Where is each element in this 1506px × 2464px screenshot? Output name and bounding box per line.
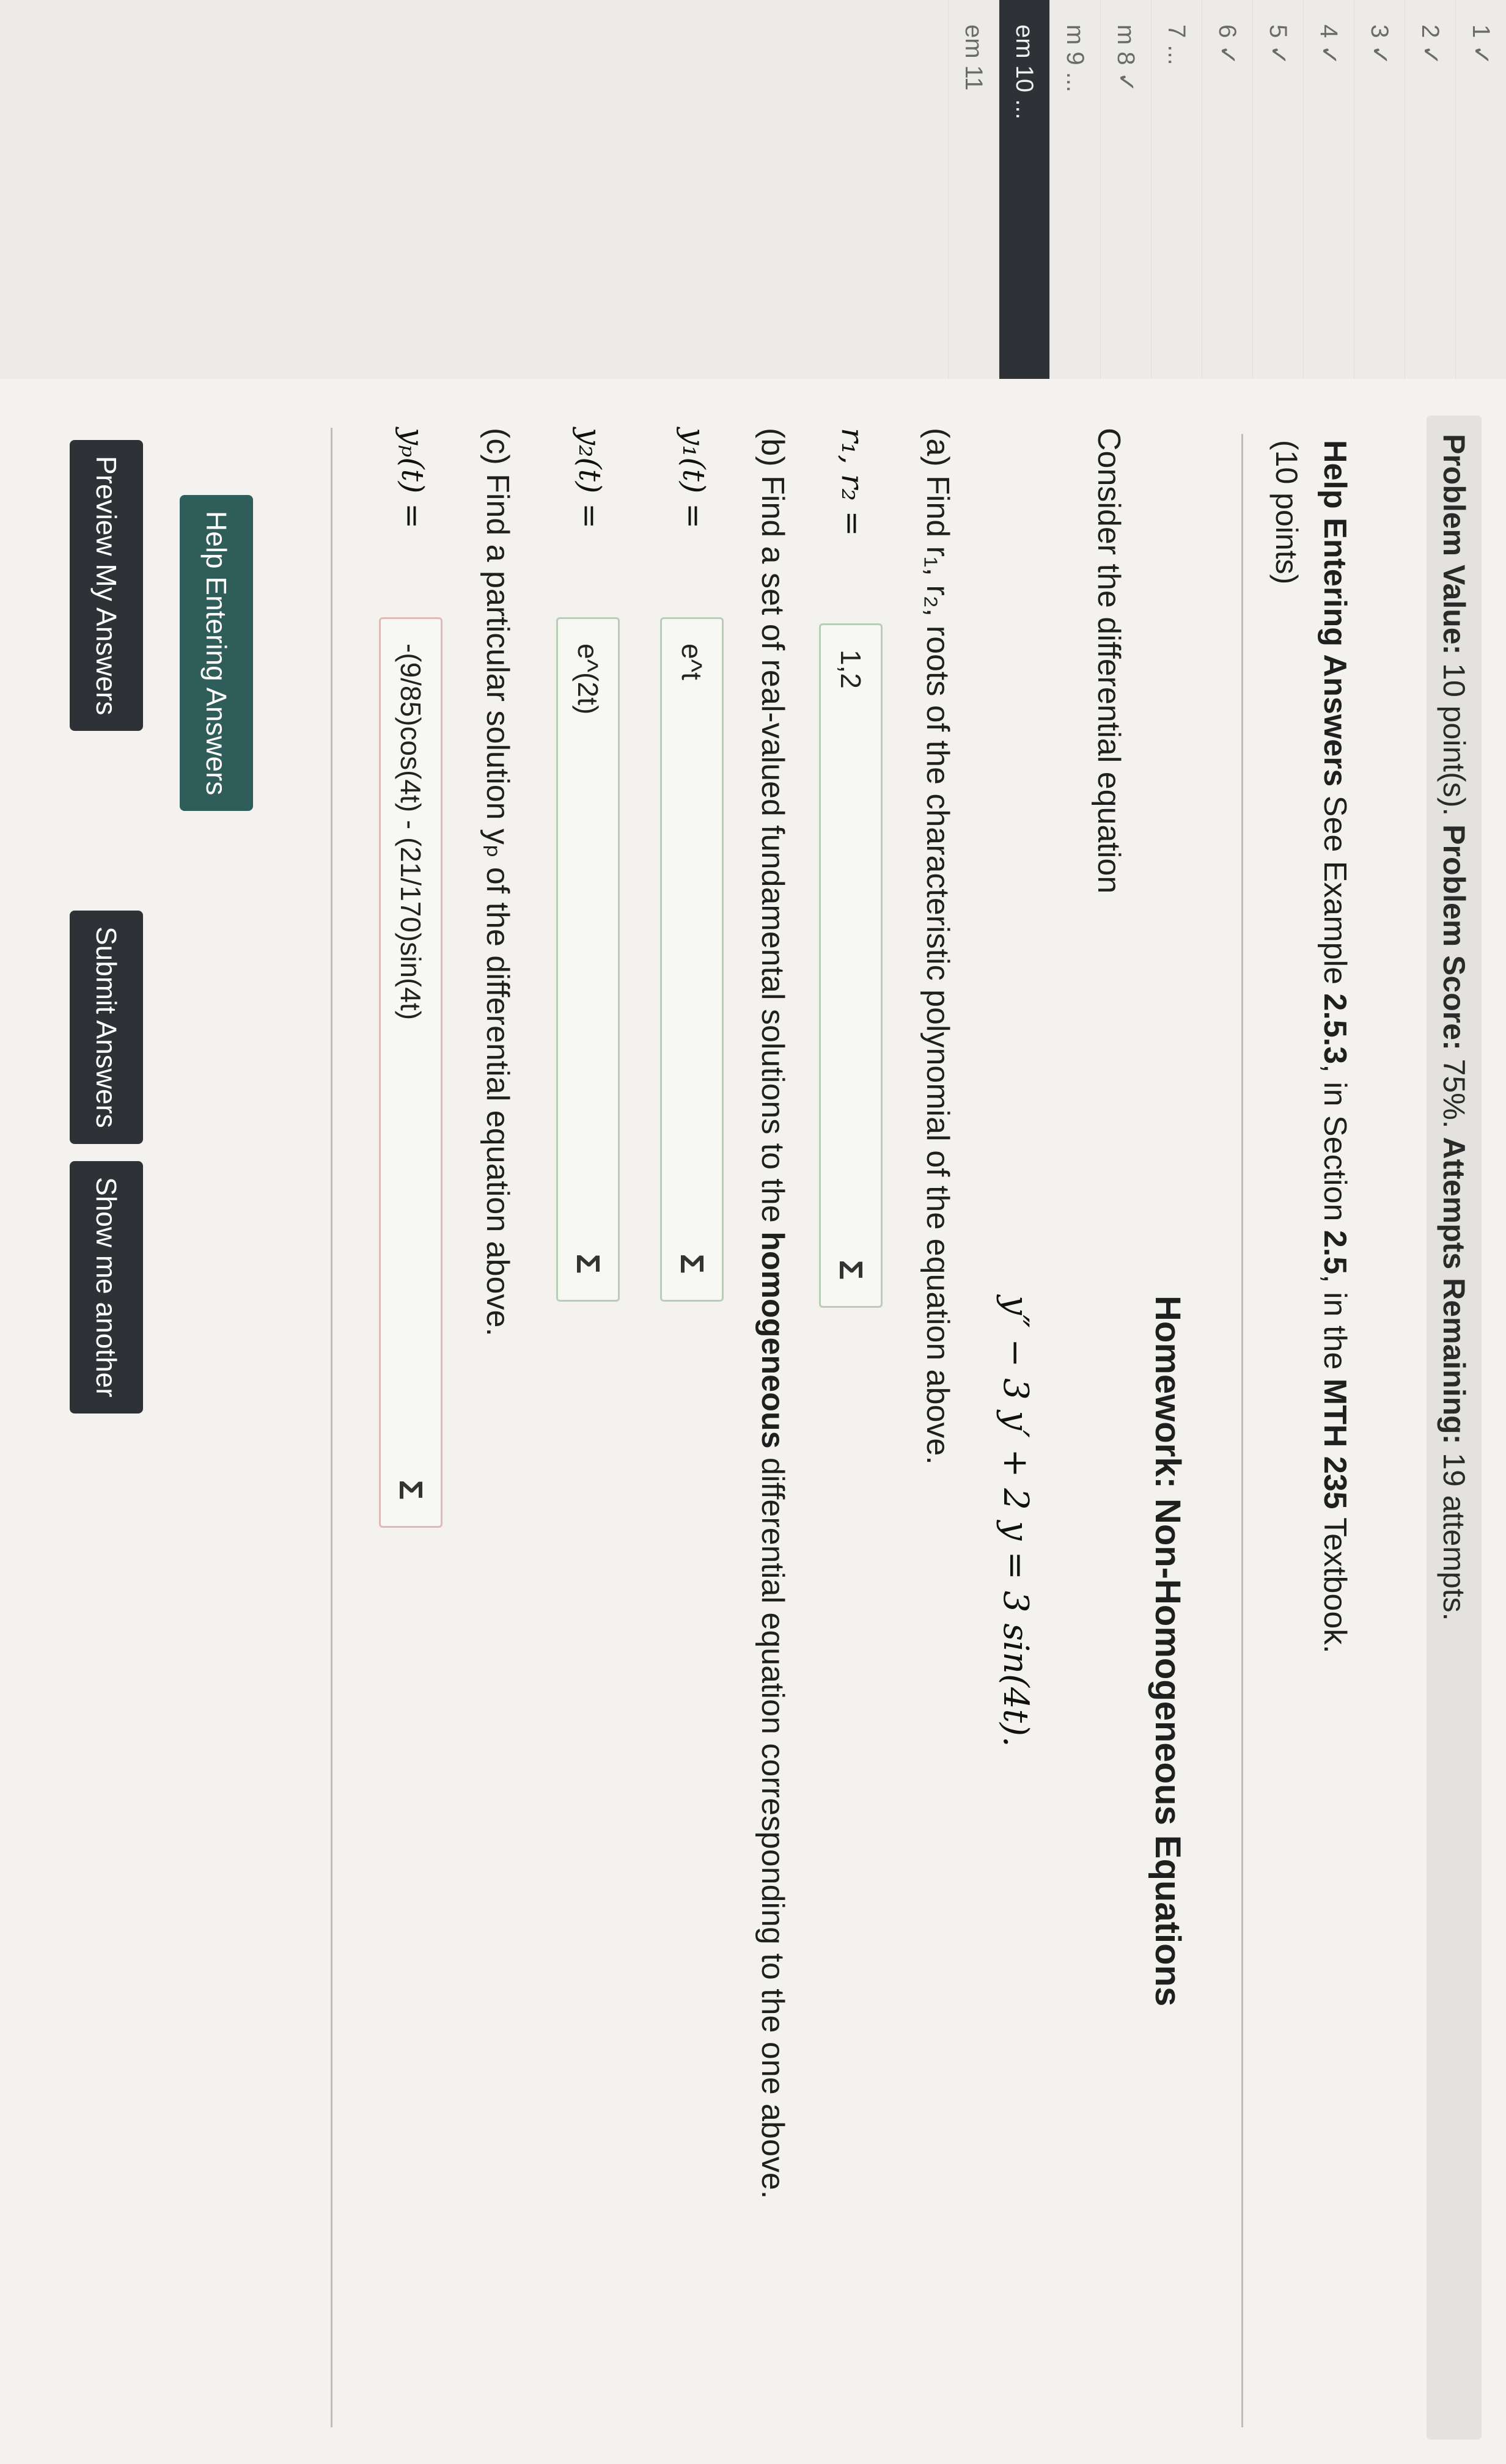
- roots-label: r₁, r₂ =: [835, 428, 870, 537]
- help-text-post: Textbook.: [1317, 1517, 1353, 1654]
- part-b-homogeneous: homogeneous: [755, 1231, 790, 1449]
- yp-answer-field[interactable]: -(9/85)cos(4t) - (21/170)sin(4t) Σ: [379, 617, 443, 1528]
- help-text-pre: See Example: [1317, 795, 1353, 985]
- y2-answer-field[interactable]: e^(2t) Σ: [556, 617, 620, 1302]
- problem-value: 10 point(s).: [1437, 663, 1471, 816]
- problem-status-bar: Problem Value: 10 point(s). Problem Scor…: [1427, 416, 1482, 2440]
- y2-label: y₂(t) =: [572, 428, 608, 529]
- header-divider: [1241, 434, 1243, 2427]
- equation-editor-icon[interactable]: Σ: [386, 1465, 436, 1515]
- sidebar-item-10[interactable]: em 10 ...: [999, 0, 1049, 379]
- problem-value-label: Problem Value:: [1437, 434, 1471, 655]
- y1-answer-value: e^t: [676, 644, 708, 680]
- example-number: 2.5.3: [1317, 993, 1353, 1065]
- sidebar-item-6[interactable]: 6 ✓: [1202, 0, 1252, 379]
- attempts-remaining-label: Attempts Remaining:: [1437, 1137, 1471, 1445]
- points-label: (10 points): [1269, 440, 1304, 585]
- problem-score-label: Problem Score:: [1437, 824, 1471, 1050]
- sidebar-item-8[interactable]: m 8 ✓: [1100, 0, 1151, 379]
- part-b-post: differential equation corresponding to t…: [755, 1458, 790, 2199]
- help-text-mid2: , in the: [1317, 1274, 1353, 1370]
- equation-editor-icon[interactable]: Σ: [667, 1239, 717, 1289]
- problem-score: 75%.: [1437, 1058, 1471, 1129]
- submit-answers-button[interactable]: Submit Answers: [70, 911, 143, 1144]
- roots-answer-value: 1,2: [835, 650, 867, 689]
- y2-answer-value: e^(2t): [572, 644, 604, 715]
- sidebar-item-2[interactable]: 2 ✓: [1405, 0, 1455, 379]
- part-a-text: (a) Find r₁, r₂, roots of the characteri…: [920, 428, 955, 1465]
- screen: 1 ✓ 2 ✓ 3 ✓ 4 ✓ 5 ✓ 6 ✓ 7 ... m 8 ✓ m 9 …: [0, 0, 1506, 2464]
- problem-sidebar: 1 ✓ 2 ✓ 3 ✓ 4 ✓ 5 ✓ 6 ✓ 7 ... m 8 ✓ m 9 …: [0, 0, 1506, 379]
- section-number: 2.5: [1317, 1230, 1353, 1275]
- help-line: Help Entering Answers See Example 2.5.3,…: [1317, 440, 1353, 1654]
- sidebar-item-5[interactable]: 5 ✓: [1252, 0, 1303, 379]
- help-text-mid: , in Section: [1317, 1064, 1353, 1222]
- show-me-another-button[interactable]: Show me another: [70, 1161, 143, 1414]
- part-c-text: (c) Find a particular solution yₚ of the…: [480, 428, 515, 1336]
- equation-editor-icon[interactable]: Σ: [826, 1245, 876, 1295]
- y1-answer-field[interactable]: e^t Σ: [660, 617, 724, 1302]
- equation-editor-icon[interactable]: Σ: [563, 1239, 613, 1289]
- help-entering-answers-button[interactable]: Help Entering Answers: [180, 495, 253, 812]
- differential-equation: y″ − 3 y′ + 2 y = 3 sin(4t).: [996, 1296, 1035, 1747]
- roots-answer-field[interactable]: 1,2 Σ: [819, 623, 883, 1308]
- sidebar-item-11[interactable]: em 11: [948, 0, 999, 379]
- help-entering-answers-link[interactable]: Help Entering Answers: [1317, 440, 1353, 787]
- yp-label: yₚ(t) =: [395, 428, 430, 529]
- y1-label: y₁(t) =: [676, 428, 711, 529]
- preview-answers-button[interactable]: Preview My Answers: [70, 440, 143, 732]
- sidebar-item-4[interactable]: 4 ✓: [1303, 0, 1354, 379]
- problem-main: Problem Value: 10 point(s). Problem Scor…: [0, 379, 1506, 2464]
- textbook-name: MTH 235: [1317, 1378, 1353, 1509]
- buttons-divider: [331, 428, 332, 2427]
- sidebar-item-9[interactable]: m 9 ...: [1049, 0, 1100, 379]
- attempts-remaining: 19 attempts.: [1437, 1453, 1471, 1621]
- part-b-pre: (b) Find a set of real-valued fundamenta…: [755, 428, 790, 1223]
- yp-answer-value: -(9/85)cos(4t) - (21/170)sin(4t): [395, 644, 427, 1021]
- problem-title: Homework: Non-Homogeneous Equations: [1148, 1296, 1188, 2007]
- sidebar-item-1[interactable]: 1 ✓: [1455, 0, 1506, 379]
- part-b-text: (b) Find a set of real-valued fundamenta…: [754, 428, 791, 2199]
- consider-text: Consider the differential equation: [1091, 428, 1126, 894]
- sidebar-item-3[interactable]: 3 ✓: [1354, 0, 1405, 379]
- sidebar-item-7[interactable]: 7 ...: [1151, 0, 1202, 379]
